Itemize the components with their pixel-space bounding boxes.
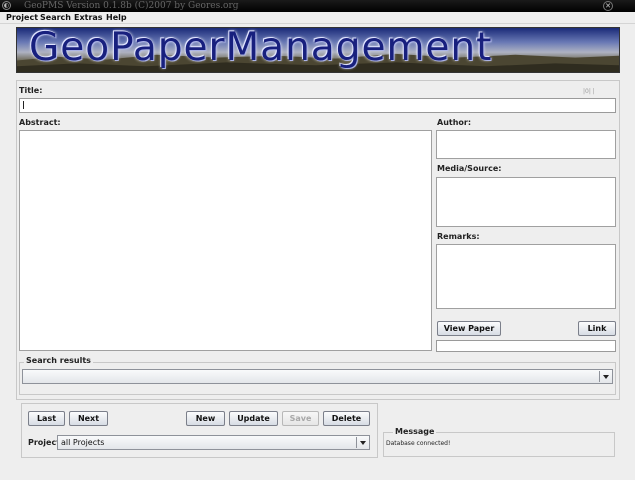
link-button[interactable]: Link bbox=[578, 321, 616, 336]
menu-help[interactable]: Help bbox=[106, 12, 127, 24]
title-label: Title: bbox=[19, 86, 43, 95]
author-label: Author: bbox=[437, 118, 472, 127]
banner-title: GeoPaperManagement bbox=[29, 27, 493, 70]
search-results-select[interactable] bbox=[22, 369, 613, 384]
text-caret bbox=[23, 101, 24, 109]
next-button[interactable]: Next bbox=[69, 411, 108, 426]
app-banner: GeoPaperManagement bbox=[16, 27, 620, 73]
chevron-down-icon[interactable] bbox=[356, 437, 368, 448]
window-titlebar: ◐ GeoPMS Version 0.1.8b (C)2007 by Geore… bbox=[0, 0, 635, 12]
menu-search[interactable]: Search bbox=[40, 12, 71, 24]
close-icon[interactable]: ✕ bbox=[603, 1, 613, 11]
remarks-label: Remarks: bbox=[437, 232, 480, 241]
chevron-down-icon[interactable] bbox=[599, 371, 611, 382]
save-button[interactable]: Save bbox=[282, 411, 319, 426]
menu-project[interactable]: Project bbox=[6, 12, 38, 24]
update-button[interactable]: Update bbox=[229, 411, 278, 426]
project-select[interactable]: all Projects bbox=[57, 435, 370, 450]
media-source-label: Media/Source: bbox=[437, 164, 502, 173]
menu-bar: Project Search Extras Help bbox=[0, 12, 635, 24]
remarks-textarea[interactable] bbox=[436, 244, 616, 309]
project-select-value: all Projects bbox=[61, 438, 105, 447]
menu-extras[interactable]: Extras bbox=[74, 12, 103, 24]
message-title: Message bbox=[393, 427, 437, 436]
title-counter: |0| | bbox=[583, 88, 595, 95]
media-source-textarea[interactable] bbox=[436, 177, 616, 227]
author-textarea[interactable] bbox=[436, 130, 616, 159]
delete-button[interactable]: Delete bbox=[323, 411, 370, 426]
last-button[interactable]: Last bbox=[28, 411, 65, 426]
abstract-label: Abstract: bbox=[19, 118, 61, 127]
link-input[interactable] bbox=[436, 340, 616, 352]
app-icon[interactable]: ◐ bbox=[2, 1, 11, 10]
abstract-textarea[interactable] bbox=[19, 130, 432, 351]
title-input[interactable] bbox=[19, 98, 616, 113]
window-title: GeoPMS Version 0.1.8b (C)2007 by Geores.… bbox=[24, 1, 239, 11]
search-results-title: Search results bbox=[24, 356, 93, 365]
view-paper-button[interactable]: View Paper bbox=[437, 321, 501, 336]
status-message: Database connected! bbox=[386, 440, 451, 447]
new-button[interactable]: New bbox=[186, 411, 225, 426]
